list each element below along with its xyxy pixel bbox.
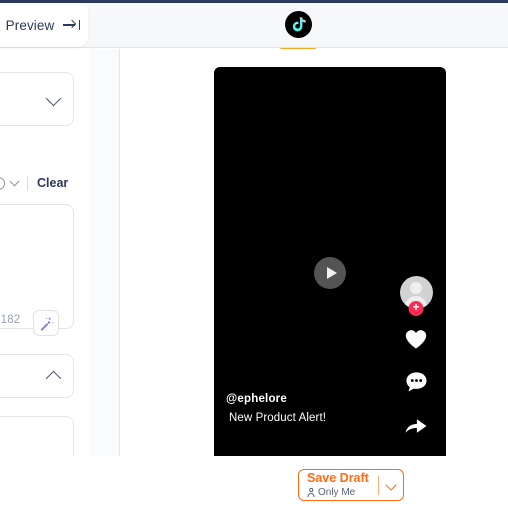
magic-wand-button[interactable] [33,310,59,336]
preview-stage: + @ephelore New Product Alert! [90,49,508,456]
chevron-up-icon[interactable] [45,370,62,387]
follow-badge[interactable]: + [408,301,424,316]
heart-icon [405,330,427,349]
person-icon [307,488,315,497]
app-root: Preview i Clear [0,0,508,510]
author-avatar-button[interactable]: + [399,276,433,316]
visibility-label: Only Me [318,487,356,498]
chevron-down-icon[interactable] [9,176,20,187]
comment-button[interactable] [403,369,429,395]
character-counter: 2182 [0,314,21,326]
footer-action-bar: Save Draft Only Me Schedule [0,456,508,510]
play-icon [326,267,337,279]
chevron-down-icon[interactable] [45,90,62,107]
share-arrow-icon [405,419,427,433]
tab-tiktok[interactable] [278,8,318,51]
share-button[interactable] [403,412,429,438]
video-preview[interactable]: + @ephelore New Product Alert! [214,67,446,456]
magic-wand-icon [40,316,53,331]
video-caption-text: New Product Alert! [229,412,327,424]
chevron-down-icon[interactable] [385,479,397,491]
video-action-rail: + [398,276,434,456]
preview-canvas: + @ephelore New Product Alert! [119,49,508,456]
info-circle-icon[interactable]: i [0,176,5,190]
tab-preview[interactable]: Preview [0,3,88,47]
comment-icon [405,372,427,392]
editor-lower-card[interactable] [0,416,74,456]
save-draft-visibility: Only Me [307,487,369,498]
editor-toolbar-row: i Clear [0,173,84,193]
editor-collapse-card[interactable] [0,354,74,398]
editor-panel: i Clear 2182 [0,49,84,456]
like-button[interactable] [403,326,429,352]
tiktok-logo-icon [284,11,312,38]
save-draft-text: Save Draft Only Me [299,471,369,499]
video-caption-block: @ephelore New Product Alert! [226,393,396,424]
arrow-to-line-icon [63,19,81,31]
save-draft-button[interactable]: Save Draft Only Me [298,469,404,501]
clear-button[interactable]: Clear [37,176,68,190]
save-draft-divider [377,476,379,495]
header-bar: Preview [0,3,508,51]
author-username: @ephelore [226,393,287,405]
tab-preview-label: Preview [5,17,55,33]
play-button[interactable] [314,257,346,289]
editor-select-card[interactable] [0,72,74,126]
toolbar-divider [27,175,28,191]
save-draft-label: Save Draft [307,471,369,485]
